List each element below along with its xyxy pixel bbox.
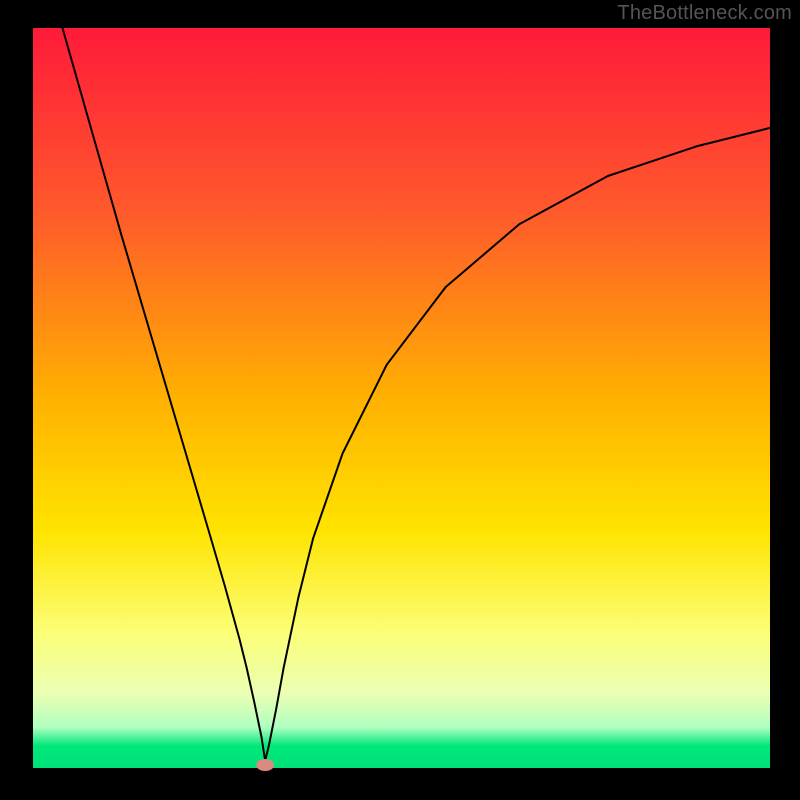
chart-svg — [0, 0, 800, 800]
bottleneck-chart — [0, 0, 800, 800]
watermark-label: TheBottleneck.com — [617, 2, 792, 25]
chart-plot-area — [33, 28, 770, 768]
chart-minimum-marker — [256, 759, 274, 771]
